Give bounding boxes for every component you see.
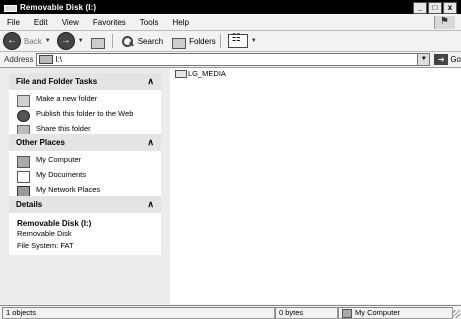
views-button[interactable]: ▼ [227, 33, 260, 48]
back-button[interactable]: ← Back ▼ [3, 32, 54, 50]
globe-icon [17, 110, 30, 122]
task-label: Make a new folder [36, 94, 98, 103]
file-list[interactable]: LG_MEDIA [170, 68, 461, 304]
back-label: Back [24, 36, 42, 46]
windows-logo-icon [434, 16, 455, 29]
menu-file[interactable]: File [0, 18, 27, 27]
details-title: Details [16, 200, 43, 209]
address-input[interactable]: I:\ ▼ [36, 53, 431, 66]
file-tasks-title: File and Folder Tasks [16, 77, 98, 86]
folder-up-icon [90, 35, 105, 49]
task-label: Share this folder [36, 124, 91, 133]
task-label: Publish this folder to the Web [36, 109, 134, 118]
go-button[interactable]: ➜ Go [434, 54, 461, 65]
menu-bar: File Edit View Favorites Tools Help [0, 15, 461, 31]
search-icon [120, 35, 135, 48]
window-title: Removable Disk (I:) [20, 2, 97, 12]
up-button[interactable] [90, 35, 108, 49]
details-header[interactable]: Details ∧ [9, 196, 161, 213]
folders-label: Folders [189, 36, 216, 46]
content-area: File and Folder Tasks ∧ Make a new folde… [0, 68, 461, 304]
drive-icon [3, 2, 17, 12]
collapse-icon[interactable]: ∧ [147, 137, 154, 148]
details-body: Removable Disk (I:) Removable Disk File … [9, 213, 161, 255]
back-arrow-icon: ← [3, 32, 21, 50]
status-location: My Computer [338, 307, 453, 319]
search-button[interactable]: Search [120, 35, 163, 48]
details-filesystem: File System: FAT [17, 241, 74, 250]
status-bar: 1 objects 0 bytes My Computer [0, 305, 461, 319]
title-bar[interactable]: Removable Disk (I:) _ □ x [0, 0, 461, 14]
chevron-down-icon[interactable]: ▼ [45, 38, 51, 44]
details-name: Removable Disk (I:) [17, 219, 92, 228]
go-arrow-icon: ➜ [434, 54, 449, 65]
chevron-down-icon[interactable]: ▼ [78, 38, 84, 44]
address-value: I:\ [55, 55, 63, 64]
address-dropdown-button[interactable]: ▼ [417, 54, 430, 65]
folders-button[interactable]: Folders [171, 35, 216, 49]
new-folder-icon [17, 95, 30, 107]
other-places-title: Other Places [16, 138, 65, 147]
task-pane: File and Folder Tasks ∧ Make a new folde… [0, 68, 170, 304]
documents-icon [17, 171, 30, 183]
window-controls: _ □ x [413, 2, 457, 14]
address-label: Address [4, 55, 34, 64]
menu-help[interactable]: Help [165, 18, 195, 27]
menu-favorites[interactable]: Favorites [86, 18, 133, 27]
place-label: My Documents [36, 170, 87, 179]
drive-icon [39, 55, 54, 64]
file-name: LG_MEDIA [188, 69, 226, 78]
file-item[interactable]: LG_MEDIA [175, 69, 226, 78]
status-size: 0 bytes [275, 307, 338, 319]
task-publish-web[interactable]: Publish this folder to the Web [17, 110, 153, 122]
collapse-icon[interactable]: ∧ [147, 199, 154, 210]
place-label: My Computer [36, 155, 82, 164]
toolbar-separator [219, 34, 221, 48]
place-label: My Network Places [36, 185, 101, 194]
go-label: Go [450, 55, 461, 64]
details-type: Removable Disk [17, 229, 72, 238]
place-my-computer[interactable]: My Computer [17, 156, 153, 168]
collapse-icon[interactable]: ∧ [147, 76, 154, 87]
task-make-new-folder[interactable]: Make a new folder [17, 95, 153, 107]
computer-icon [342, 308, 352, 318]
details-panel: Details ∧ Removable Disk (I:) Removable … [9, 196, 161, 255]
place-my-documents[interactable]: My Documents [17, 171, 153, 183]
minimize-button[interactable]: _ [413, 2, 427, 14]
folder-icon [175, 69, 187, 78]
menu-view[interactable]: View [55, 18, 86, 27]
menu-tools[interactable]: Tools [133, 18, 166, 27]
other-places-header[interactable]: Other Places ∧ [9, 134, 161, 151]
views-icon [227, 33, 248, 48]
status-location-label: My Computer [355, 308, 401, 317]
forward-button[interactable]: → ▼ [56, 32, 87, 50]
computer-icon [17, 156, 30, 168]
address-bar: Address I:\ ▼ ➜ Go [0, 52, 461, 68]
menu-edit[interactable]: Edit [27, 18, 55, 27]
toolbar: ← Back ▼ → ▼ Search Folders ▼ [0, 31, 461, 52]
toolbar-separator [111, 34, 113, 48]
resize-grip[interactable] [452, 310, 460, 318]
folders-icon [171, 35, 187, 49]
maximize-button[interactable]: □ [428, 2, 442, 14]
file-tasks-header[interactable]: File and Folder Tasks ∧ [9, 73, 161, 90]
status-objects: 1 objects [2, 307, 275, 319]
search-label: Search [137, 36, 164, 46]
explorer-window: Removable Disk (I:) _ □ x File Edit View… [0, 0, 461, 319]
close-button[interactable]: x [443, 2, 457, 14]
chevron-down-icon[interactable]: ▼ [251, 38, 257, 44]
forward-arrow-icon: → [56, 32, 75, 50]
